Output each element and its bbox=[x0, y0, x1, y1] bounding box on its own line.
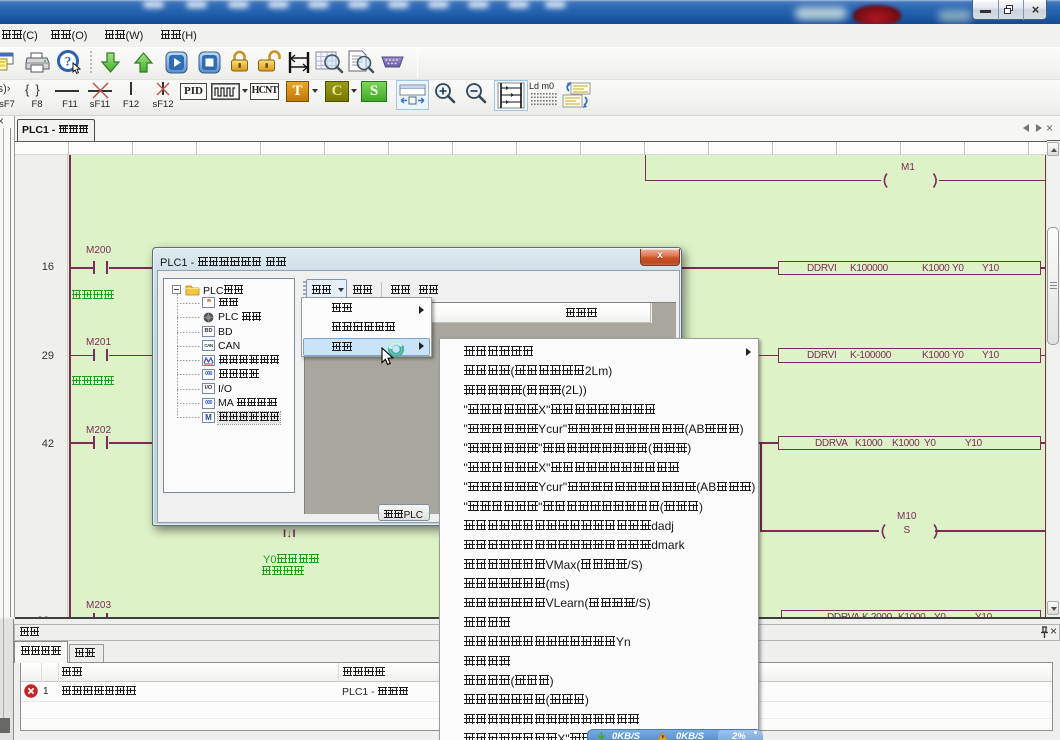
svg-text:?: ? bbox=[65, 54, 72, 69]
